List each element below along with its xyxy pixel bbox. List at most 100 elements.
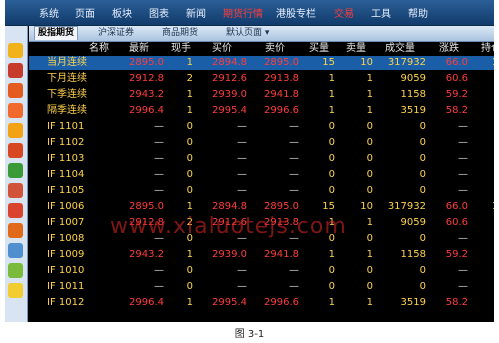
cell-bid: — [237,121,247,132]
chart-icon[interactable] [8,63,23,78]
header-bid[interactable]: 买价 [197,42,247,56]
header-ask[interactable]: 卖价 [251,42,299,56]
cell-position: 8 [471,88,494,102]
cell-ask-volume: 0 [366,169,373,180]
menu-news[interactable]: 新闻 [186,5,206,20]
cell-latest: — [154,185,164,196]
menu-sector[interactable]: 板块 [112,5,132,20]
cell-position: 0 [471,280,494,294]
cell-ask: — [289,281,299,292]
cell-ask: 2895.0 [264,201,299,212]
cell-position: 185 [471,200,494,214]
cell-bid: 2939.0 [212,89,247,100]
cell-total-volume: 0 [419,169,426,180]
table-row[interactable]: IF 1101—0——000—0 [29,120,494,134]
tab-commodity-futures[interactable]: 商品期货 [162,27,198,40]
bar-chart-icon[interactable] [8,123,23,138]
cell-total-volume: 0 [419,185,426,196]
header-bid-volume[interactable]: 买量 [303,42,335,56]
cell-bid: — [237,281,247,292]
cell-ask: — [289,137,299,148]
cell-bid: — [237,137,247,148]
cell-bid: — [237,185,247,196]
menu-trade[interactable]: 交易 [334,5,354,20]
tool-icon[interactable] [8,243,23,258]
table-row[interactable]: IF 1102—0——000—0 [29,136,494,150]
header-change[interactable]: 涨跌 [430,42,468,56]
cell-bid-volume: 1 [328,105,335,116]
table-row[interactable]: 下季连续 2943.2 1 2939.0 2941.8 1 1 1158 59.28 [29,88,494,102]
cell-total-volume: 9059 [400,73,426,84]
cell-ask: 2913.8 [264,73,299,84]
menu-page[interactable]: 页面 [75,5,95,20]
table-row[interactable]: 下月连续 2912.8 2 2912.6 2913.8 1 1 9059 60.616 [29,72,494,86]
cell-latest: 2895.0 [129,57,164,68]
cell-ask-volume: 0 [366,153,373,164]
flag-icon[interactable] [8,263,23,278]
arrow-left-icon[interactable] [8,43,23,58]
cell-change: 66.0 [445,57,468,68]
app-window: 系统 页面 板块 图表 新闻 期货行情 港股专栏 交易 工具 帮助 股指期货 沪… [5,0,494,322]
cell-ask-volume: 0 [366,265,373,276]
tab-shanghai-shenzhen[interactable]: 沪深证券 [98,27,134,40]
cell-ask: — [289,121,299,132]
cell-change: 58.2 [445,297,468,308]
menu-help[interactable]: 帮助 [408,5,428,20]
table-row[interactable]: IF 1009 2943.2 1 2939.0 2941.8 1 1 1158 59.28 [29,248,494,262]
cell-name: IF 1007 [47,217,85,228]
menu-hk-stocks[interactable]: 港股专栏 [276,5,316,20]
cell-ask-volume: 1 [366,73,373,84]
tab-default-page[interactable]: 默认页面 ▾ [226,27,269,40]
header-total-volume[interactable]: 成交量 [374,42,426,56]
search-icon[interactable] [8,183,23,198]
k-line-icon[interactable] [8,83,23,98]
tab-bar: 股指期货 沪深证券 商品期货 默认页面 ▾ [29,26,494,42]
cell-bid: — [237,265,247,276]
table-row[interactable]: IF 1011—0——000—0 [29,280,494,294]
window-icon[interactable] [8,223,23,238]
cell-change: 60.6 [445,73,468,84]
cell-total-volume: 1158 [400,89,426,100]
menu-futures-quotes[interactable]: 期货行情 [223,5,263,20]
zoom-icon[interactable] [8,203,23,218]
cell-ask: 2941.8 [264,89,299,100]
cell-name: IF 1009 [47,249,85,260]
table-row[interactable]: IF 1010—0——000—0 [29,264,494,278]
header-position[interactable]: 持仓 [471,42,494,56]
cell-total-volume: 9059 [400,217,426,228]
cell-ask: 2996.6 [264,297,299,308]
header-name[interactable]: 名称 [47,42,109,56]
menu-chart[interactable]: 图表 [149,5,169,20]
table-row[interactable]: 当月连续 2895.0 1 2894.8 2895.0 15 10 317932 66.0185 [29,56,494,70]
header-ask-volume[interactable]: 卖量 [339,42,373,56]
table-row[interactable]: IF 1012 2996.4 1 2995.4 2996.6 1 1 3519 58.213 [29,296,494,310]
cell-name: 下月连续 [47,73,87,84]
menu-system[interactable]: 系统 [39,5,59,20]
header-current-volume[interactable]: 现手 [169,42,193,56]
cell-change: 66.0 [445,201,468,212]
bolt-icon[interactable] [8,283,23,298]
tab-stock-index-futures[interactable]: 股指期货 [34,26,79,40]
cell-position: 0 [471,120,494,134]
table-row[interactable]: 隔季连续 2996.4 1 2995.4 2996.6 1 1 3519 58.213 [29,104,494,118]
cell-name: IF 1008 [47,233,85,244]
table-row[interactable]: IF 1105—0——000—0 [29,184,494,198]
table-row[interactable]: IF 1103—0——000—0 [29,152,494,166]
table-row[interactable]: IF 1104—0——000—0 [29,168,494,182]
cell-position: 185 [471,56,494,70]
cell-position: 8 [471,248,494,262]
cell-name: 下季连续 [47,89,87,100]
line-chart-icon[interactable] [8,103,23,118]
f10-icon[interactable] [8,143,23,158]
header-latest[interactable]: 最新 [114,42,164,56]
table-row[interactable]: IF 1006 2895.0 1 2894.8 2895.0 15 10 317932 66.0… [29,200,494,214]
cell-latest: 2912.8 [129,73,164,84]
table-header: 名称 最新 现手 买价 卖价 买量 卖量 成交量 涨跌 持仓 [29,42,494,56]
refresh-icon[interactable] [8,163,23,178]
cell-bid: 2995.4 [212,105,247,116]
cell-current-volume: 0 [186,265,193,276]
menu-tools[interactable]: 工具 [371,5,391,20]
cell-current-volume: 0 [186,169,193,180]
cell-change: — [458,137,468,148]
cell-ask-volume: 10 [360,201,373,212]
